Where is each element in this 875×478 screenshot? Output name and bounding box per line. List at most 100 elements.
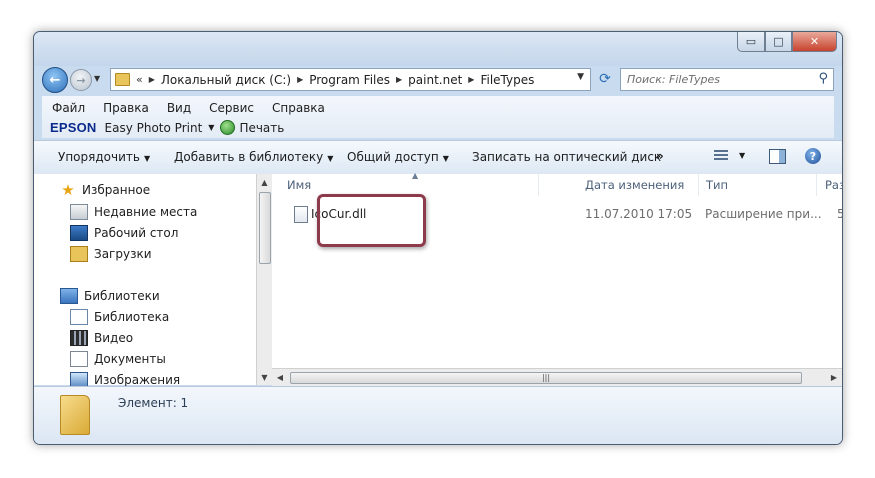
menu-edit[interactable]: Правка	[101, 100, 151, 116]
libraries-icon	[60, 288, 78, 304]
nav-item-label: Недавние места	[94, 205, 198, 219]
navigation-pane: ★ Избранное Недавние места Рабочий стол …	[34, 174, 270, 388]
maximize-button[interactable]: □	[765, 32, 792, 52]
menu-bar: Файл Правка Вид Сервис Справка	[50, 100, 341, 116]
share-button[interactable]: Общий доступ ▼	[347, 150, 449, 164]
nav-item-label: Избранное	[82, 183, 151, 197]
file-size: 5	[837, 207, 842, 221]
highlight-annotation	[317, 194, 426, 247]
column-header-label: Тип	[706, 178, 729, 192]
folder-icon	[60, 395, 90, 435]
close-button[interactable]: ✕	[792, 32, 837, 52]
add-to-library-label: Добавить в библиотеку	[174, 150, 324, 164]
command-toolbar: Упорядочить ▼ Добавить в библиотеку ▼ Общи…	[34, 140, 842, 175]
star-icon: ★	[61, 181, 75, 199]
dll-file-icon	[294, 206, 308, 223]
nav-vertical-scrollbar[interactable]: ▲ ▼	[256, 174, 272, 385]
title-bar: ▭ □ ✕	[34, 32, 842, 66]
share-label: Общий доступ	[347, 150, 439, 164]
breadcrumb: « ▶ Локальный диск (C:) ▶ Program Files …	[136, 73, 534, 87]
column-header-label: Дата изменения	[585, 178, 685, 192]
preview-pane-icon[interactable]	[769, 149, 786, 164]
column-header-name[interactable]: Имя	[280, 174, 539, 196]
menu-tools[interactable]: Сервис	[207, 100, 256, 116]
video-icon	[70, 330, 88, 346]
column-header-label: Размер	[825, 178, 842, 192]
chevron-right-icon[interactable]: ▶	[297, 75, 303, 84]
nav-item-downloads[interactable]: Загрузки	[70, 246, 152, 262]
help-icon[interactable]: ?	[805, 148, 821, 164]
menu-view[interactable]: Вид	[165, 100, 193, 116]
chevron-down-icon: ▼	[442, 154, 449, 163]
recent-pages-dropdown-icon[interactable]: ▼	[94, 74, 100, 83]
window-controls: ▭ □ ✕	[737, 32, 837, 52]
menu-file[interactable]: Файл	[50, 100, 87, 116]
refresh-icon[interactable]: ⟳	[594, 68, 616, 89]
forward-button[interactable]: →	[70, 69, 92, 91]
folder-icon	[115, 73, 130, 86]
chevron-right-icon[interactable]: ▶	[149, 75, 155, 84]
add-to-library-button[interactable]: Добавить в библиотеку ▼	[174, 150, 333, 164]
nav-item-label: Загрузки	[94, 247, 152, 261]
scroll-left-arrow-icon[interactable]: ◀	[272, 369, 288, 386]
address-bar[interactable]: « ▶ Локальный диск (C:) ▶ Program Files …	[110, 68, 591, 91]
organize-button[interactable]: Упорядочить ▼	[58, 150, 150, 164]
search-icon[interactable]: ⚲	[818, 71, 828, 86]
scrollbar-thumb[interactable]	[259, 192, 271, 264]
search-input[interactable]: Поиск: FileTypes ⚲	[620, 68, 834, 91]
nav-item-label: Изображения	[94, 373, 181, 387]
back-button[interactable]: ←	[42, 67, 68, 93]
breadcrumb-item[interactable]: Program Files	[309, 73, 390, 87]
nav-item-label: Библиотеки	[84, 289, 160, 303]
nav-item-label: Библиотека	[94, 310, 170, 324]
nav-item-desktop[interactable]: Рабочий стол	[70, 225, 178, 241]
nav-item-label: Рабочий стол	[94, 226, 179, 240]
burn-to-disc-button[interactable]: Записать на оптический диск	[472, 150, 661, 164]
breadcrumb-item[interactable]: FileTypes	[480, 73, 534, 87]
column-header-label: Имя	[287, 178, 312, 192]
more-commands-button[interactable]: »	[656, 149, 664, 163]
chevron-down-icon: ▼	[327, 154, 334, 163]
scroll-right-arrow-icon[interactable]: ▶	[826, 369, 842, 386]
scroll-down-arrow-icon[interactable]: ▼	[257, 369, 272, 385]
chevron-right-icon[interactable]: ▶	[468, 75, 474, 84]
nav-item-libraries[interactable]: Библиотеки	[60, 288, 160, 304]
print-button[interactable]: Печать	[239, 121, 284, 135]
scrollbar-thumb[interactable]: |||	[290, 372, 802, 384]
chevron-right-icon[interactable]: ▶	[396, 75, 402, 84]
nav-item-label: Видео	[94, 331, 134, 345]
nav-item-video[interactable]: Видео	[70, 330, 133, 346]
downloads-folder-icon	[70, 246, 88, 262]
nav-item-library[interactable]: Библиотека	[70, 309, 169, 325]
minimize-button[interactable]: ▭	[737, 32, 765, 52]
organize-label: Упорядочить	[58, 150, 140, 164]
file-date: 11.07.2010 17:05	[585, 207, 693, 221]
details-pane: Элемент: 1	[34, 386, 842, 444]
epson-logo: EPSON	[50, 120, 97, 135]
change-view-icon[interactable]	[714, 150, 728, 162]
column-header-size[interactable]: Размер	[818, 174, 842, 196]
column-header-date[interactable]: Дата изменения	[578, 174, 699, 196]
documents-icon	[70, 351, 88, 367]
print-icon[interactable]	[220, 120, 236, 135]
library-icon	[70, 309, 88, 325]
easy-photo-print-button[interactable]: Easy Photo Print	[105, 121, 203, 135]
nav-item-documents[interactable]: Документы	[70, 351, 166, 367]
file-list-pane: ▲ Имя Дата изменения Тип Размер IcoCur.d…	[272, 171, 842, 385]
file-horizontal-scrollbar[interactable]: ◀ ||| ▶	[272, 368, 842, 386]
recent-places-icon	[70, 204, 88, 220]
navigation-row: ← → ▼ « ▶ Локальный диск (C:) ▶ Program …	[34, 64, 842, 94]
view-options-dropdown-icon[interactable]: ▼	[739, 151, 745, 160]
address-history-dropdown-icon[interactable]: ▼	[577, 72, 584, 82]
nav-item-recent[interactable]: Недавние места	[70, 204, 197, 220]
nav-item-favorites[interactable]: ★ Избранное	[60, 181, 151, 199]
overflow-chevrons-icon[interactable]: «	[136, 73, 143, 86]
nav-item-label: Документы	[94, 352, 166, 366]
scroll-up-arrow-icon[interactable]: ▲	[257, 174, 272, 190]
menu-help[interactable]: Справка	[270, 100, 327, 116]
column-header-type[interactable]: Тип	[699, 174, 817, 196]
item-count: Элемент: 1	[118, 396, 189, 410]
chevron-down-icon[interactable]: ▼	[208, 123, 214, 132]
breadcrumb-item[interactable]: paint.net	[408, 73, 462, 87]
breadcrumb-item[interactable]: Локальный диск (C:)	[161, 73, 291, 87]
